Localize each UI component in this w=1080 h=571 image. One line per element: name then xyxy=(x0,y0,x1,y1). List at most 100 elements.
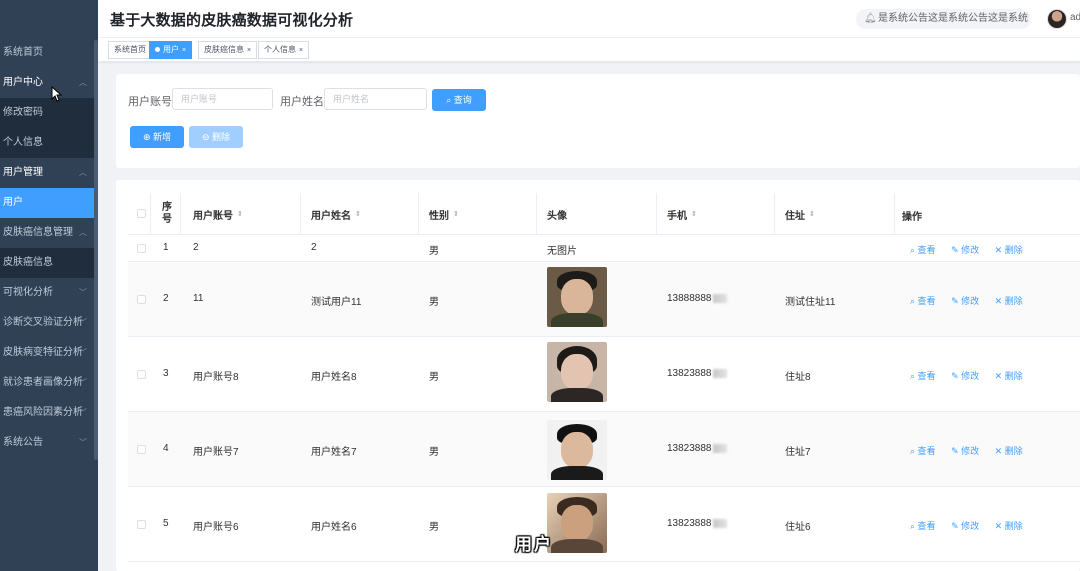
edit-button[interactable]: ✎ 修改 xyxy=(951,245,979,255)
row-checkbox[interactable] xyxy=(137,370,146,379)
edit-button[interactable]: ✎ 修改 xyxy=(951,296,979,306)
delete-label: 删除 xyxy=(1004,521,1023,531)
chevron-down-icon: ﹀ xyxy=(79,378,87,387)
tag-profile[interactable]: 个人信息 × xyxy=(258,41,310,59)
edit-label: 修改 xyxy=(961,521,980,531)
sidebar-item-risk-factors[interactable]: 患癌风险因素分析 ﹀ xyxy=(0,398,98,428)
announcement-ticker[interactable]: 🔔︎ 是系统公告这是系统公告这是系统 xyxy=(856,9,1031,29)
sidebar-item-label: 个人信息 xyxy=(3,137,43,148)
header-gender[interactable]: 性别 ⇕ xyxy=(429,193,459,235)
view-label: 查看 xyxy=(917,521,936,531)
close-icon[interactable]: × xyxy=(247,47,251,54)
cell-address: 住址8 xyxy=(785,372,811,383)
cell-gender: 男 xyxy=(429,447,439,458)
cell-index: 4 xyxy=(163,443,169,454)
row-actions: ⌕ 查看 ✎ 修改 ✕ 删除 xyxy=(910,369,1036,382)
query-button[interactable]: ⌕ 查询 xyxy=(432,89,486,111)
cell-address: 测试住址11 xyxy=(785,297,836,308)
view-button[interactable]: ⌕ 查看 xyxy=(910,446,936,456)
user-name[interactable]: ad xyxy=(1070,12,1080,23)
view-button[interactable]: ⌕ 查看 xyxy=(910,521,936,531)
row-delete-button[interactable]: ✕ 删除 xyxy=(995,446,1023,456)
header-account[interactable]: 用户账号 ⇕ xyxy=(193,193,243,235)
cell-index: 2 xyxy=(163,293,169,304)
phone-number: 13888888 xyxy=(667,293,712,304)
avatar-image[interactable] xyxy=(547,342,607,402)
row-checkbox[interactable] xyxy=(137,445,146,454)
sidebar-item-label: 用户 xyxy=(3,197,23,208)
row-checkbox[interactable] xyxy=(137,295,146,304)
delete-label: 删除 xyxy=(1004,296,1023,306)
header-phone[interactable]: 手机 ⇕ xyxy=(667,193,697,235)
cell-gender: 男 xyxy=(429,522,439,533)
avatar-image[interactable] xyxy=(547,420,607,480)
sidebar-item-user-center[interactable]: 用户中心 ︿ xyxy=(0,68,98,98)
cell-name: 用户姓名6 xyxy=(311,522,357,533)
main-area: 基于大数据的皮肤癌数据可视化分析 🔔︎ 是系统公告这是系统公告这是系统 ad 系… xyxy=(98,0,1080,571)
avatar-image[interactable] xyxy=(547,493,607,553)
edit-button[interactable]: ✎ 修改 xyxy=(951,521,979,531)
cell-avatar-none: 无图片 xyxy=(547,246,577,257)
row-delete-button[interactable]: ✕ 删除 xyxy=(995,296,1023,306)
delete-button[interactable]: ⊖ 删除 xyxy=(189,126,243,148)
row-delete-button[interactable]: ✕ 删除 xyxy=(995,245,1023,255)
mouse-cursor-icon xyxy=(51,86,63,102)
header-avatar: 头像 xyxy=(547,210,567,222)
tag-users[interactable]: 用户 × xyxy=(149,41,193,59)
app-title: 基于大数据的皮肤癌数据可视化分析 xyxy=(110,12,354,29)
close-icon[interactable]: × xyxy=(299,47,303,54)
sidebar-item-change-password[interactable]: 修改密码 xyxy=(0,98,98,128)
tag-skin-cancer-info[interactable]: 皮肤癌信息 × xyxy=(198,41,258,59)
chevron-down-icon: ﹀ xyxy=(79,438,87,447)
header-gender-label: 性别 xyxy=(429,210,449,222)
user-avatar[interactable] xyxy=(1047,9,1067,29)
sort-icon[interactable]: ⇕ xyxy=(237,210,243,218)
select-all-checkbox[interactable] xyxy=(137,209,146,218)
sidebar-item-lesion-features[interactable]: 皮肤病变特征分析 ﹀ xyxy=(0,338,98,368)
row-delete-button[interactable]: ✕ 删除 xyxy=(995,371,1023,381)
cell-account: 用户账号8 xyxy=(193,372,239,383)
sidebar-item-users[interactable]: 用户 xyxy=(0,188,98,218)
active-dot-icon xyxy=(155,47,160,53)
sidebar-item-diagnosis-cross-validation[interactable]: 诊断交叉验证分析 ﹀ xyxy=(0,308,98,338)
account-input[interactable]: 用户账号 xyxy=(172,88,273,110)
sort-icon[interactable]: ⇕ xyxy=(355,210,361,218)
chevron-down-icon: ﹀ xyxy=(79,318,87,327)
name-input[interactable]: 用户姓名 xyxy=(324,88,427,110)
sort-icon[interactable]: ⇕ xyxy=(691,210,697,218)
cell-index: 3 xyxy=(163,368,169,379)
add-button[interactable]: ⊕ 新增 xyxy=(130,126,184,148)
edit-button[interactable]: ✎ 修改 xyxy=(951,446,979,456)
sidebar-item-user-management[interactable]: 用户管理 ︿ xyxy=(0,158,98,188)
plus-circle-icon: ⊕ xyxy=(142,132,154,142)
avatar-image[interactable] xyxy=(547,267,607,327)
sidebar-item-skin-cancer-management[interactable]: 皮肤癌信息管理 ︿ xyxy=(0,218,98,248)
row-checkbox[interactable] xyxy=(137,244,146,253)
view-label: 查看 xyxy=(917,296,936,306)
header-account-label: 用户账号 xyxy=(193,210,233,222)
row-checkbox[interactable] xyxy=(137,520,146,529)
sort-icon[interactable]: ⇕ xyxy=(453,210,459,218)
sidebar-item-home[interactable]: 系统首页 xyxy=(0,38,98,68)
sidebar-item-visual-analysis[interactable]: 可视化分析 ﹀ xyxy=(0,278,98,308)
search-panel: 用户账号 用户账号 用户姓名 用户姓名 ⌕ 查询 ⊕ 新增 ⊖ 删除 xyxy=(116,74,1080,168)
close-icon[interactable]: × xyxy=(182,47,186,54)
header-name[interactable]: 用户姓名 ⇕ xyxy=(311,193,361,235)
view-button[interactable]: ⌕ 查看 xyxy=(910,245,936,255)
table-row: 3 用户账号8 用户姓名8 男 13823888 住址8 ⌕ 查看 ✎ 修改 ✕… xyxy=(128,337,1080,412)
sort-icon[interactable]: ⇕ xyxy=(809,210,815,218)
sidebar-item-skin-cancer-info[interactable]: 皮肤癌信息 xyxy=(0,248,98,278)
sidebar-item-label: 皮肤病变特征分析 xyxy=(3,347,83,358)
header-actions: 操作 xyxy=(902,211,922,223)
row-delete-button[interactable]: ✕ 删除 xyxy=(995,521,1023,531)
view-button[interactable]: ⌕ 查看 xyxy=(910,296,936,306)
sidebar-item-label: 就诊患者画像分析 xyxy=(3,377,83,388)
tag-home[interactable]: 系统首页 xyxy=(108,41,152,59)
edit-button[interactable]: ✎ 修改 xyxy=(951,371,979,381)
header-address[interactable]: 住址 ⇕ xyxy=(785,193,815,235)
sidebar-item-announcements[interactable]: 系统公告 ﹀ xyxy=(0,428,98,458)
view-button[interactable]: ⌕ 查看 xyxy=(910,371,936,381)
header-index: 序号 xyxy=(162,202,172,225)
sidebar-item-profile[interactable]: 个人信息 xyxy=(0,128,98,158)
sidebar-item-patient-profile[interactable]: 就诊患者画像分析 ﹀ xyxy=(0,368,98,398)
